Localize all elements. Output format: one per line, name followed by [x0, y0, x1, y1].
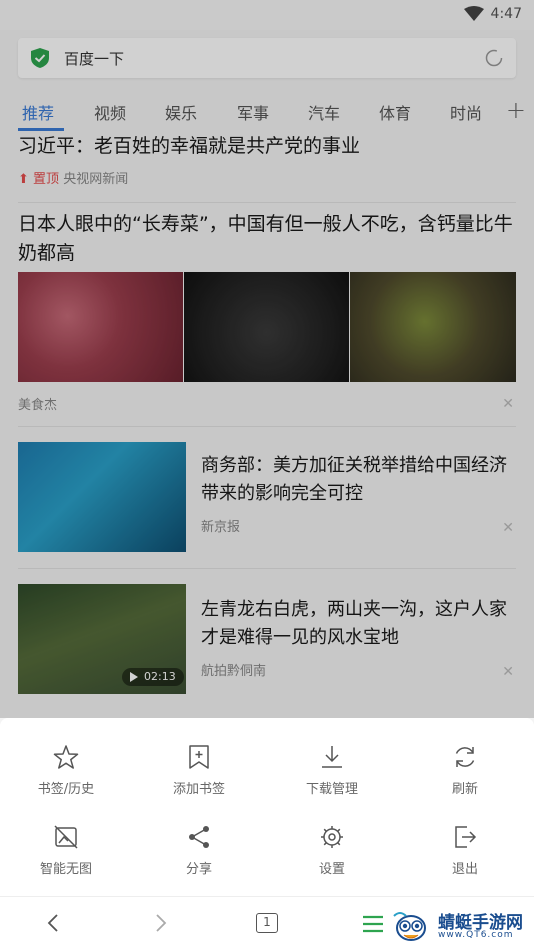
share-button[interactable]: 分享: [149, 824, 249, 894]
menu-icon[interactable]: [362, 914, 384, 934]
menu-label: 书签/历史: [37, 782, 95, 797]
refresh-button[interactable]: 刷新: [415, 744, 515, 814]
menu-backdrop[interactable]: [0, 0, 534, 718]
bookmarks-history-button[interactable]: 书签/历史: [16, 744, 116, 814]
menu-label: 下载管理: [305, 782, 358, 797]
menu-label: 设置: [318, 862, 345, 877]
menu-label: 刷新: [451, 782, 478, 797]
dragonfly-logo-icon: [393, 912, 426, 941]
refresh-icon: [455, 747, 475, 767]
menu-label: 退出: [451, 862, 478, 877]
share-icon: [189, 826, 209, 848]
no-image-icon: [54, 825, 78, 849]
forward-icon[interactable]: [148, 911, 172, 935]
browser-menu-panel: 书签/历史 添加书签 下载管理 刷新 智能无图 分享 设置 退出: [0, 718, 534, 896]
add-bookmark-button[interactable]: 添加书签: [149, 744, 249, 814]
download-manager-button[interactable]: 下载管理: [282, 744, 382, 814]
watermark-url: www.QT6.com: [438, 930, 514, 940]
back-icon[interactable]: [42, 911, 66, 935]
star-icon: [53, 745, 79, 769]
download-icon: [322, 746, 342, 768]
exit-icon: [455, 826, 477, 848]
exit-button[interactable]: 退出: [415, 824, 515, 894]
menu-label: 智能无图: [39, 862, 92, 877]
gear-icon: [321, 826, 343, 848]
menu-label: 添加书签: [172, 782, 225, 797]
menu-label: 分享: [185, 862, 212, 877]
tab-count-button[interactable]: 1: [256, 913, 278, 933]
watermark: 蜻蜓手游网 www.QT6.com: [390, 906, 530, 946]
settings-button[interactable]: 设置: [282, 824, 382, 894]
no-image-mode-button[interactable]: 智能无图: [16, 824, 116, 894]
add-bookmark-icon: [189, 745, 209, 769]
